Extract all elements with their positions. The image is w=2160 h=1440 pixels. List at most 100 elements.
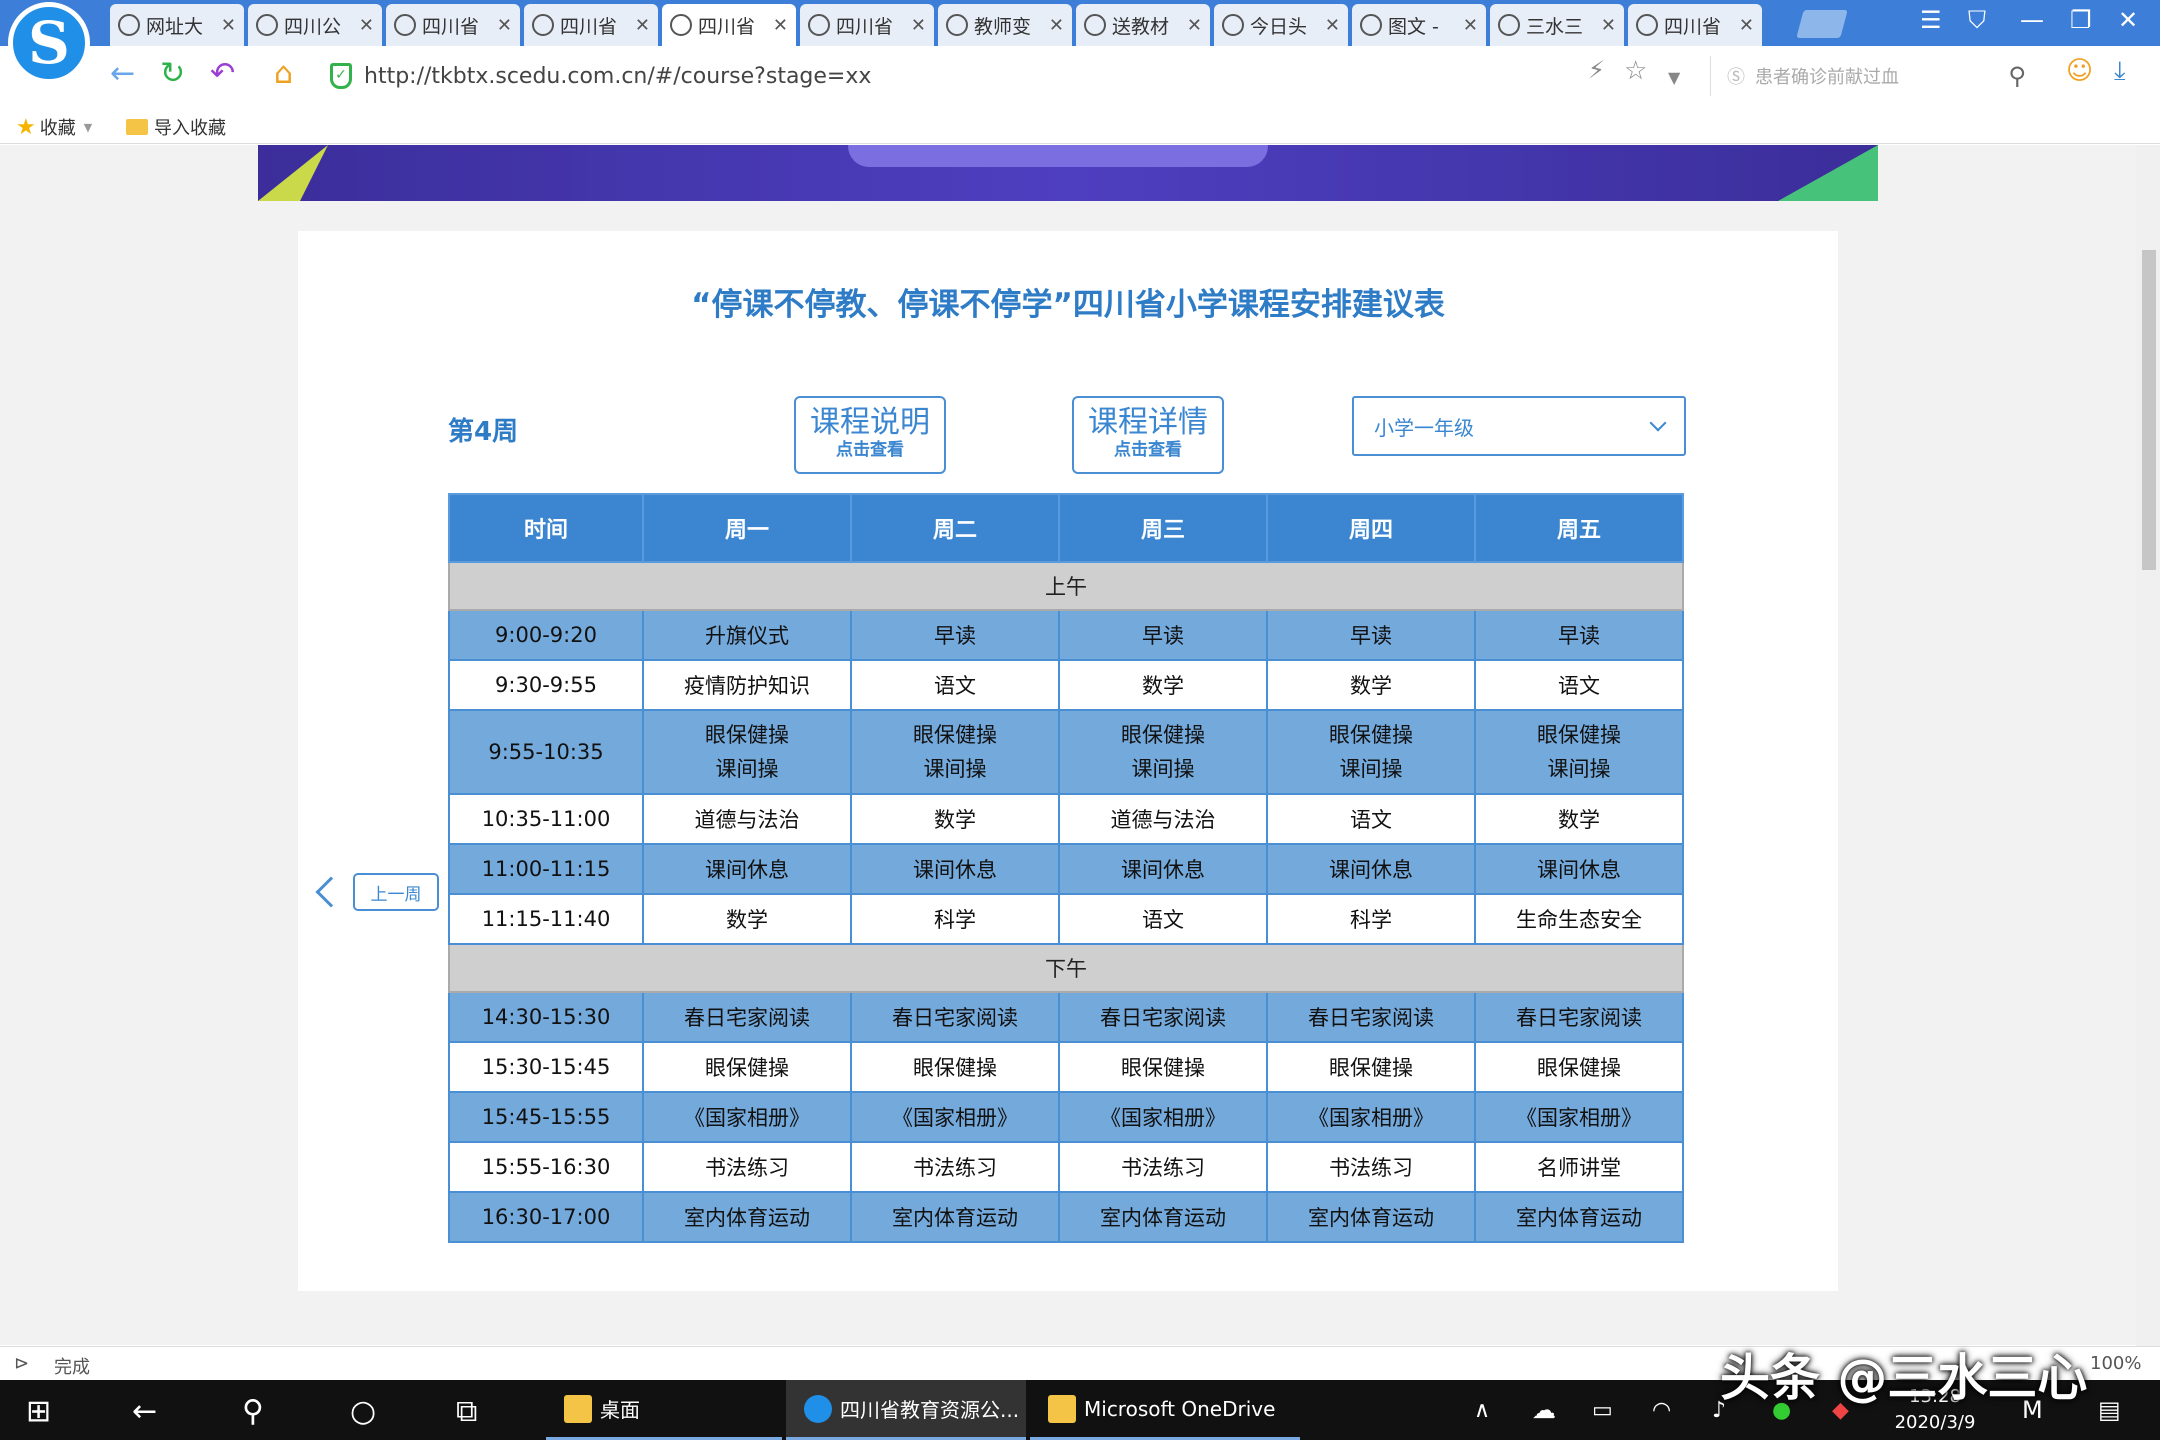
browser-tab[interactable]: 四川省 ✕ [1628,4,1762,46]
table-row: 9:00-9:20 升旗仪式 早读 早读 早读 早读 [448,609,1684,661]
menu-icon[interactable]: ☰ [1920,6,1942,34]
course-cell: 眼保健操 [642,1041,852,1093]
refresh-icon[interactable]: ↻ [160,56,185,91]
taskbar-app-onedrive[interactable]: Microsoft OneDrive [1030,1380,1300,1440]
course-cell: 眼保健操 [1474,1041,1684,1093]
tab-label: 图文 - [1388,15,1439,38]
scrollbar-thumb[interactable] [2142,250,2156,570]
close-tab-icon[interactable]: ✕ [1601,15,1616,36]
browser-tab[interactable]: 网址大 ✕ [110,4,244,46]
taskbar-app-desktop[interactable]: 桌面 [546,1380,782,1440]
sogou-browser-logo[interactable]: S [8,2,90,84]
battery-icon[interactable]: ▭ [1592,1398,1613,1423]
sidebar-toggle-icon[interactable]: ⊳ [14,1353,29,1374]
column-header: 周二 [850,493,1060,563]
close-tab-icon[interactable]: ✕ [773,15,788,36]
close-tab-icon[interactable]: ✕ [1187,15,1202,36]
course-intro-button[interactable]: 课程说明 点击查看 [794,396,946,474]
chevron-up-icon[interactable]: ∧ [1474,1398,1490,1423]
course-cell: 早读 [850,609,1060,661]
wifi-icon[interactable]: ◠ [1652,1398,1671,1423]
web-page: “停课不停教、停课不停学”四川省小学课程安排建议表 第4周 课程说明 点击查看 … [0,145,2140,1345]
time-cell: 15:45-15:55 [448,1091,644,1143]
tab-label: 三水三 [1526,15,1584,38]
import-bookmarks[interactable]: 导入收藏 [126,114,226,140]
course-cell: 科学 [850,893,1060,945]
browser-tab[interactable]: 四川省 ✕ [800,4,934,46]
download-icon[interactable]: ⤓ [2114,56,2126,87]
course-cell: 科学 [1266,893,1476,945]
course-cell: 道德与法治 [1058,793,1268,845]
taskbar-app-browser[interactable]: 四川省教育资源公... [786,1380,1026,1440]
cortana-icon[interactable]: ○ [350,1394,376,1429]
close-tab-icon[interactable]: ✕ [497,15,512,36]
back-icon[interactable]: ← [110,56,135,91]
undo-icon[interactable]: ↶ [210,56,235,91]
browser-tab[interactable]: 四川省 ✕ [386,4,520,46]
search-input[interactable]: Ⓢ 患者确诊前献过血 ⚲ [1710,56,2040,96]
close-tab-icon[interactable]: ✕ [1739,15,1754,36]
toutiao-icon [1360,14,1382,36]
search-icon[interactable]: ⚲ [2008,62,2026,90]
browser-tab[interactable]: 教师变 ✕ [938,4,1072,46]
grade-select[interactable]: 小学一年级 [1352,396,1686,456]
browser-tab[interactable]: 四川公 ✕ [248,4,382,46]
close-window-icon[interactable]: ✕ [2118,6,2138,34]
bookmark-star-icon[interactable]: ☆ [1624,56,1647,86]
time-cell: 10:35-11:00 [448,793,644,845]
new-tab-button[interactable] [1796,10,1848,38]
user-icon [1498,14,1520,36]
favorites-menu[interactable]: ★ 收藏 ▼ [16,114,92,140]
url-field[interactable]: ✓ http://tkbtx.scedu.com.cn/#/course?sta… [330,56,1690,96]
course-cell: 春日宅家阅读 [1266,991,1476,1043]
browser-tab[interactable]: 送教材 ✕ [1076,4,1210,46]
browser-tab[interactable]: 四川省 ✕ [524,4,658,46]
close-tab-icon[interactable]: ✕ [359,15,374,36]
dropdown-arrow-icon[interactable]: ▼ [1668,68,1680,87]
close-tab-icon[interactable]: ✕ [911,15,926,36]
zoom-level[interactable]: 100% [2090,1353,2141,1374]
restore-icon[interactable]: ❐ [2070,6,2092,34]
course-cell: 数学 [850,793,1060,845]
time-cell: 9:30-9:55 [448,659,644,711]
smiley-icon[interactable]: ☺ [2066,56,2093,86]
skin-icon[interactable]: ⛉ [1968,6,1986,34]
table-row: 14:30-15:30 春日宅家阅读 春日宅家阅读 春日宅家阅读 春日宅家阅读 春日宅家阅… [448,991,1684,1043]
time-cell: 15:30-15:45 [448,1041,644,1093]
close-tab-icon[interactable]: ✕ [635,15,650,36]
table-header-row: 时间 周一 周二 周三 周四 周五 [448,493,1684,563]
vertical-scrollbar[interactable] [2136,145,2160,1346]
section-label: 下午 [448,943,1684,993]
close-tab-icon[interactable]: ✕ [1325,15,1340,36]
course-detail-button[interactable]: 课程详情 点击查看 [1072,396,1224,474]
chevron-left-icon[interactable] [315,876,347,908]
task-view-icon[interactable]: ⧉ [456,1394,477,1429]
windows-start-icon[interactable]: ⊞ [26,1394,51,1429]
search-icon[interactable]: ⚲ [242,1394,264,1429]
browser-tab[interactable]: 今日头 ✕ [1214,4,1348,46]
url-text: http://tkbtx.scedu.com.cn/#/course?stage… [364,63,872,89]
close-tab-icon[interactable]: ✕ [1463,15,1478,36]
prev-week-button[interactable]: 上一周 [353,873,439,911]
home-icon[interactable]: ⌂ [274,56,293,91]
cloud-icon[interactable]: ☁ [1532,1396,1556,1424]
table-row: 10:35-11:00 道德与法治 数学 道德与法治 语文 数学 [448,793,1684,845]
course-line: 课间操 [1339,757,1403,781]
course-cell: 道德与法治 [642,793,852,845]
browser-tab[interactable]: 图文 - ✕ [1352,4,1486,46]
course-line: 眼保健操 [705,723,789,747]
close-tab-icon[interactable]: ✕ [221,15,236,36]
course-cell: 语文 [850,659,1060,711]
course-cell: 生命生态安全 [1474,893,1684,945]
course-cell: 眼保健操 课间操 [642,709,852,795]
notification-icon[interactable]: ▤ [2098,1396,2121,1424]
course-cell: 眼保健操 [850,1041,1060,1093]
course-line: 课间操 [1547,757,1611,781]
back-icon[interactable]: ← [132,1394,157,1429]
browser-tab[interactable]: 四川省 ✕ [662,4,796,46]
minimize-icon[interactable]: — [2020,6,2044,34]
browser-tab[interactable]: 三水三 ✕ [1490,4,1624,46]
close-tab-icon[interactable]: ✕ [1049,15,1064,36]
lightning-icon[interactable]: ⚡ [1588,56,1605,84]
course-cell: 《国家相册》 [850,1091,1060,1143]
